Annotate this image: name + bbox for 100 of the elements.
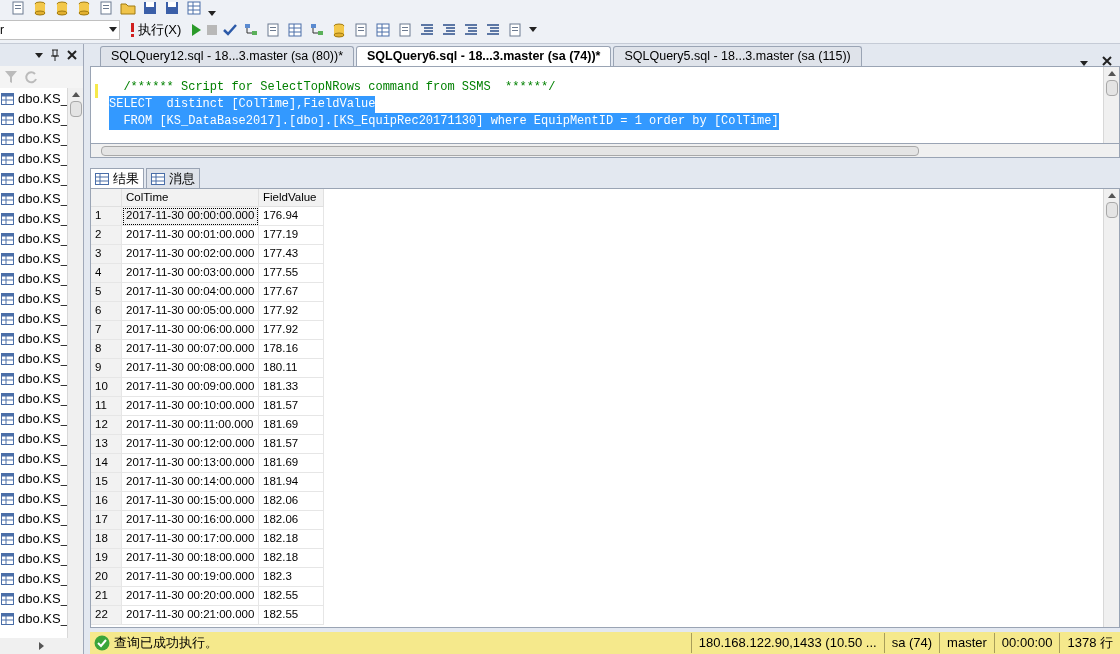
row-number[interactable]: 11 xyxy=(91,397,122,416)
table-cell: 2017-11-30 00:21:00.000 xyxy=(122,606,259,625)
row-number[interactable]: 16 xyxy=(91,492,122,511)
row-number[interactable]: 10 xyxy=(91,378,122,397)
table-cell: 2017-11-30 00:06:00.000 xyxy=(122,321,259,340)
column-header[interactable]: FieldValue xyxy=(259,189,324,207)
scroll-thumb[interactable] xyxy=(101,145,919,156)
database-icon[interactable] xyxy=(32,0,48,16)
close-icon[interactable] xyxy=(1102,56,1112,66)
status-field: 180.168.122.90,1433 (10.50 ... xyxy=(690,633,884,653)
row-number[interactable]: 5 xyxy=(91,283,122,302)
row-number[interactable]: 18 xyxy=(91,530,122,549)
row-number[interactable]: 12 xyxy=(91,416,122,435)
result-tab[interactable]: 结果 xyxy=(90,168,144,188)
table-cell: 177.92 xyxy=(259,302,324,321)
row-number[interactable]: 22 xyxy=(91,606,122,625)
query-tab[interactable]: SQLQuery6.sql - 18...3.master (sa (74))* xyxy=(356,46,612,66)
table-cell: 182.3 xyxy=(259,568,324,587)
execute-button[interactable]: 执行(X) xyxy=(126,18,186,41)
vertical-scrollbar[interactable] xyxy=(1103,67,1119,143)
table-cell: 2017-11-30 00:16:00.000 xyxy=(122,511,259,530)
scroll-up-arrow-icon[interactable] xyxy=(71,92,80,97)
row-number[interactable]: 15 xyxy=(91,473,122,492)
tab-menu-caret-icon[interactable] xyxy=(1080,61,1088,66)
query-tab[interactable]: SQLQuery5.sql - 18...3.master (sa (115)) xyxy=(613,46,862,66)
row-number[interactable]: 3 xyxy=(91,245,122,264)
row-number[interactable]: 2 xyxy=(91,226,122,245)
row-number[interactable]: 6 xyxy=(91,302,122,321)
row-number[interactable]: 8 xyxy=(91,340,122,359)
row-number[interactable]: 19 xyxy=(91,549,122,568)
table-cell: 182.06 xyxy=(259,492,324,511)
row-number[interactable]: 17 xyxy=(91,511,122,530)
table-cell: 181.33 xyxy=(259,378,324,397)
diagram-icon[interactable] xyxy=(243,21,260,38)
lines-icon[interactable] xyxy=(419,21,436,38)
table-cell: 2017-11-30 00:20:00.000 xyxy=(122,587,259,606)
vertical-scrollbar[interactable] xyxy=(1103,189,1119,627)
table-cell: 181.57 xyxy=(259,397,324,416)
caret-icon[interactable] xyxy=(109,27,117,32)
grid-icon[interactable] xyxy=(375,21,392,38)
row-number[interactable]: 1 xyxy=(91,207,122,226)
table-cell: 178.16 xyxy=(259,340,324,359)
table-cell: 2017-11-30 00:17:00.000 xyxy=(122,530,259,549)
scroll-up-arrow-icon[interactable] xyxy=(1107,71,1116,76)
horizontal-scrollbar[interactable] xyxy=(0,638,83,654)
table-cell: 2017-11-30 00:04:00.000 xyxy=(122,283,259,302)
table-cell: 182.55 xyxy=(259,587,324,606)
row-number[interactable]: 20 xyxy=(91,568,122,587)
lines-icon[interactable] xyxy=(441,21,458,38)
close-icon[interactable] xyxy=(67,50,77,60)
scroll-thumb[interactable] xyxy=(69,101,82,117)
play-icon[interactable] xyxy=(191,23,202,36)
table-cell: 2017-11-30 00:07:00.000 xyxy=(122,340,259,359)
status-field: sa (74) xyxy=(883,633,940,653)
lines-icon[interactable] xyxy=(463,21,480,38)
table-cell: 2017-11-30 00:03:00.000 xyxy=(122,264,259,283)
database-combo[interactable]: r xyxy=(0,19,120,40)
grid-icon[interactable] xyxy=(186,0,202,16)
caret-icon[interactable] xyxy=(35,52,43,58)
row-number[interactable]: 14 xyxy=(91,454,122,473)
table-cell: 2017-11-30 00:19:00.000 xyxy=(122,568,259,587)
result-tab[interactable]: 消息 xyxy=(146,168,200,188)
diagram-icon[interactable] xyxy=(309,21,326,38)
scroll-up-arrow-icon[interactable] xyxy=(1107,193,1116,198)
table-cell: 2017-11-30 00:00:00.000 xyxy=(122,207,259,226)
lines-icon[interactable] xyxy=(485,21,502,38)
query-editor[interactable]: /****** Script for SelectTopNRows command from SSMS ******/ SELECT distinct [ColTime],FieldValue FROM [KS_DataBase2017].[dbo].[KS_EquipRec20171130] where EquipMentID = 1 order by [ColTime] xyxy=(90,66,1120,144)
overflow-caret-icon[interactable] xyxy=(529,27,538,32)
row-number[interactable]: 4 xyxy=(91,264,122,283)
vertical-scrollbar[interactable] xyxy=(67,88,83,638)
database-icon[interactable] xyxy=(54,0,70,16)
grid-icon[interactable] xyxy=(287,21,304,38)
table-cell: 177.67 xyxy=(259,283,324,302)
column-header[interactable]: ColTime xyxy=(122,189,259,207)
scroll-right-arrow-icon[interactable] xyxy=(39,642,44,650)
table-cell: 2017-11-30 00:15:00.000 xyxy=(122,492,259,511)
success-icon xyxy=(94,635,110,651)
table-cell: 177.19 xyxy=(259,226,324,245)
database-icon[interactable] xyxy=(76,0,92,16)
row-number[interactable]: 13 xyxy=(91,435,122,454)
status-field: 1378 行 xyxy=(1059,633,1120,653)
row-number[interactable]: 9 xyxy=(91,359,122,378)
pin-icon[interactable] xyxy=(51,49,59,61)
table-cell: 2017-11-30 00:02:00.000 xyxy=(122,245,259,264)
table-cell: 181.57 xyxy=(259,435,324,454)
table-cell: 181.69 xyxy=(259,416,324,435)
check-icon[interactable] xyxy=(223,23,238,36)
table-cell: 182.55 xyxy=(259,606,324,625)
row-number[interactable]: 21 xyxy=(91,587,122,606)
table-cell: 2017-11-30 00:11:00.000 xyxy=(122,416,259,435)
row-number[interactable]: 7 xyxy=(91,321,122,340)
exclamation-icon xyxy=(130,22,135,37)
sql-comment: /****** Script for SelectTopNRows command from SSMS ******/ xyxy=(122,79,556,96)
scroll-thumb[interactable] xyxy=(1105,80,1118,96)
table-cell: 2017-11-30 00:08:00.000 xyxy=(122,359,259,378)
horizontal-scrollbar[interactable] xyxy=(90,144,1120,158)
scroll-thumb[interactable] xyxy=(1105,202,1118,218)
query-tab[interactable]: SQLQuery12.sql - 18...3.master (sa (80))* xyxy=(100,46,355,66)
grid-icon xyxy=(95,172,109,185)
table-cell: 2017-11-30 00:01:00.000 xyxy=(122,226,259,245)
